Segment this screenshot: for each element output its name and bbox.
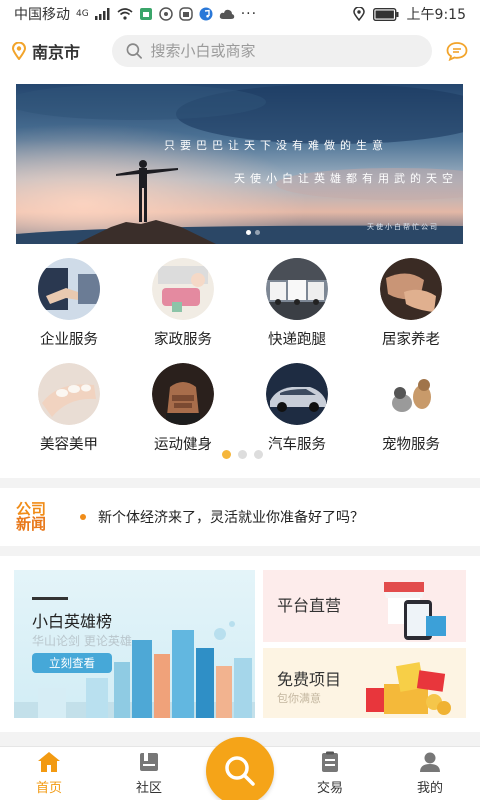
- home-icon: [38, 752, 60, 772]
- more-notifications-icon: ···: [240, 6, 258, 22]
- tab-label: 我的: [416, 781, 443, 796]
- tab-community[interactable]: 社区: [119, 751, 179, 796]
- location-pin-icon: [12, 42, 26, 60]
- service-housekeeping[interactable]: 家政服务: [126, 258, 240, 349]
- location-status-icon: [352, 7, 365, 21]
- search-bar[interactable]: [112, 35, 432, 67]
- banner-indicator: [246, 230, 260, 235]
- car-icon: [266, 363, 328, 425]
- service-fitness[interactable]: 运动健身: [126, 363, 240, 454]
- tab-home[interactable]: 首页: [19, 751, 79, 796]
- network-label: 4G: [76, 8, 89, 19]
- settings-notification-icon: [158, 7, 173, 21]
- handshake-icon: [38, 258, 100, 320]
- tab-trade[interactable]: 交易: [300, 751, 360, 796]
- service-label: 家政服务: [154, 332, 212, 348]
- clock: 上午9:15: [406, 7, 466, 23]
- free-projects-card[interactable]: 免费项目 包你满意: [263, 648, 466, 718]
- service-elderly[interactable]: 居家养老: [354, 258, 468, 349]
- chat-bubble-icon[interactable]: [446, 41, 468, 61]
- top-header: 南京市: [0, 28, 480, 74]
- service-delivery[interactable]: 快递跑腿: [240, 258, 354, 349]
- hero-subtitle: 华山论剑 更论英雄: [32, 634, 132, 648]
- view-now-button[interactable]: 立刻查看: [32, 653, 112, 673]
- city-name: 南京市: [32, 43, 81, 62]
- tab-label: 首页: [35, 781, 62, 796]
- center-search-button[interactable]: [206, 737, 274, 800]
- tab-mine[interactable]: 我的: [400, 751, 460, 796]
- bag-notification-icon: [178, 7, 193, 21]
- company-news-logo: 公司 新闻: [16, 500, 47, 533]
- service-pager: [222, 450, 263, 459]
- shop-phone-illustration: [384, 582, 446, 640]
- banner-dot-1: [246, 230, 251, 235]
- delivery-truck-icon: [266, 258, 328, 320]
- banner-dot-2: [255, 230, 260, 235]
- pet-icon: [380, 363, 442, 425]
- elderly-care-icon: [380, 258, 442, 320]
- tab-label: 社区: [135, 781, 162, 796]
- service-label: 汽车服务: [268, 437, 326, 453]
- service-label: 企业服务: [40, 332, 98, 348]
- hero-accent-bar: [32, 597, 68, 600]
- gift-illustration: [366, 662, 451, 715]
- banner-slogan-1: 只要巴巴让天下没有难做的生意: [164, 139, 388, 152]
- signal-icon: [94, 8, 110, 20]
- banner-caption: 天使小白帮忙公司: [367, 223, 439, 231]
- community-icon: [140, 753, 158, 771]
- search-input[interactable]: [150, 42, 418, 60]
- hero-title: 小白英雄榜: [32, 612, 113, 631]
- cloud-notification-icon: [219, 9, 234, 19]
- fitness-icon: [152, 363, 214, 425]
- platform-direct-title: 平台直营: [277, 596, 342, 615]
- music-notification-icon: [199, 7, 213, 21]
- carrier-label: 中国移动: [14, 7, 70, 23]
- free-projects-subtitle: 包你满意: [277, 692, 321, 705]
- wifi-icon: [117, 8, 133, 20]
- service-auto[interactable]: 汽车服务: [240, 363, 354, 454]
- user-icon: [420, 752, 440, 772]
- tab-label: 交易: [316, 781, 343, 796]
- battery-icon: [372, 7, 399, 21]
- service-grid: 企业服务 家政服务 快递跑腿 居家养老 美容美甲 运动健身 汽车服务 宠物服务: [12, 258, 468, 454]
- status-bar: 中国移动 4G ··· 上午9:15: [0, 0, 480, 28]
- service-label: 宠物服务: [382, 437, 440, 453]
- search-icon: [225, 756, 255, 786]
- platform-direct-card[interactable]: 平台直营: [263, 570, 466, 642]
- news-headline[interactable]: 新个体经济来了，灵活就业你准备好了吗？: [98, 507, 364, 527]
- service-label: 运动健身: [154, 437, 212, 453]
- service-label: 美容美甲: [40, 437, 98, 453]
- hero-ranking-card[interactable]: 小白英雄榜 华山论剑 更论英雄 立刻查看: [14, 570, 255, 718]
- search-icon: [126, 43, 142, 59]
- banner-slogan-2: 天使小白让英雄都有用武的天空: [234, 172, 458, 185]
- service-pet[interactable]: 宠物服务: [354, 363, 468, 454]
- banner-scenery: [16, 84, 463, 244]
- service-enterprise[interactable]: 企业服务: [12, 258, 126, 349]
- pager-dot-2: [238, 450, 247, 459]
- service-beauty[interactable]: 美容美甲: [12, 363, 126, 454]
- free-projects-title: 免费项目: [277, 670, 342, 689]
- company-news[interactable]: 公司 新闻 新个体经济来了，灵活就业你准备好了吗？: [0, 488, 480, 546]
- manicure-icon: [38, 363, 100, 425]
- service-label: 快递跑腿: [268, 332, 326, 348]
- app-notification-icon: [139, 8, 152, 20]
- cleaning-icon: [152, 258, 214, 320]
- hero-banner[interactable]: 只要巴巴让天下没有难做的生意 天使小白让英雄都有用武的天空 天使小白帮忙公司: [16, 84, 463, 244]
- pager-dot-1: [222, 450, 231, 459]
- clipboard-icon: [322, 751, 338, 772]
- news-bullet: [80, 514, 86, 520]
- city-selector[interactable]: 南京市: [12, 39, 112, 63]
- service-label: 居家养老: [382, 332, 440, 348]
- pager-dot-3: [254, 450, 263, 459]
